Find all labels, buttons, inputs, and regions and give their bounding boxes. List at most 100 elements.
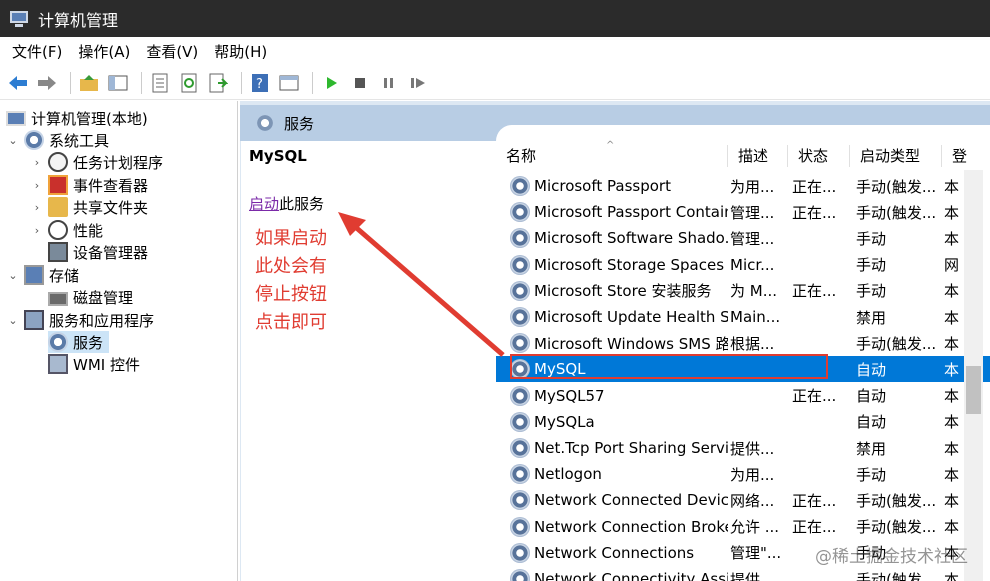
tree-item-storage[interactable]: ⌄ 存储 — [6, 264, 79, 286]
tree-item-disk-management[interactable]: 磁盘管理 — [30, 286, 133, 308]
gear-icon — [256, 114, 274, 132]
navigation-tree: 计算机管理(本地) ⌄ 系统工具 › 任务计划程序 › 事件查看器 › 共享文件夹 › 性… — [0, 101, 238, 581]
start-service-icon[interactable] — [319, 71, 343, 95]
watermark: @稀土掘金技术社区 — [815, 547, 968, 567]
tree-item-device-manager[interactable]: 设备管理器 — [30, 241, 148, 263]
column-header-name[interactable]: 名称 ^ — [496, 140, 728, 167]
chevron-right-icon[interactable]: › — [30, 224, 44, 237]
table-row[interactable]: Microsoft Software Shado... 管理... 手动本 — [496, 225, 990, 251]
clock-icon — [48, 152, 68, 172]
table-row[interactable]: Microsoft Update Health S... Main... 禁用本 — [496, 304, 990, 330]
table-row[interactable]: Microsoft Store 安装服务为 M... 正在... 手动本 — [496, 278, 990, 304]
tree-item-shared-folders[interactable]: › 共享文件夹 — [30, 196, 148, 218]
column-header-startup-type[interactable]: 启动类型 — [850, 145, 942, 167]
show-hide-action-pane-icon[interactable] — [277, 71, 301, 95]
table-row[interactable]: Microsoft Windows SMS 路... 根据... 手动(触发... 本 — [496, 330, 990, 356]
toolbar-divider — [241, 71, 242, 94]
chevron-down-icon[interactable]: ⌄ — [6, 314, 20, 327]
service-status: 正在... — [792, 518, 837, 537]
table-row[interactable]: Microsoft Passport 为用... 正在... 手动(触发... 本 — [496, 173, 990, 199]
service-name: MySQLa — [534, 412, 595, 431]
service-description: Main... — [730, 308, 781, 326]
start-service-link[interactable]: 启动 — [249, 195, 279, 213]
tree-item-services[interactable]: 服务 — [48, 331, 110, 353]
tree-item-performance[interactable]: › 性能 — [30, 219, 103, 241]
table-row[interactable]: Microsoft Passport Container 管理... 正在... 手动… — [496, 199, 990, 225]
service-name: Network Connections — [534, 543, 695, 562]
column-header-logon[interactable]: 登 — [942, 145, 972, 167]
service-gear-icon — [510, 254, 530, 275]
chevron-right-icon[interactable]: › — [30, 201, 44, 214]
table-row[interactable]: MySQL57 正在... 自动本 — [496, 383, 990, 409]
annotation-note: 如果启动 此处会有 停止按钮 点击即可 — [255, 228, 327, 333]
service-startup-type: 自动 — [856, 387, 887, 406]
chevron-down-icon[interactable]: ⌄ — [6, 134, 20, 147]
tree-item-system-tools[interactable]: ⌄ 系统工具 — [6, 129, 109, 151]
show-hide-tree-icon[interactable] — [106, 71, 130, 95]
services-pane: 服务 MySQL 启动此服务 如果启动 此处会有 停止按钮 点击即可 名称 ^ 描… — [240, 101, 990, 581]
table-row[interactable]: Netlogon 为用... 手动本 — [496, 461, 990, 487]
forward-icon[interactable] — [35, 71, 59, 95]
up-folder-icon[interactable] — [77, 71, 101, 95]
pane-title: 服务 — [284, 114, 315, 133]
table-row[interactable]: Network Connection Broker 允许 ... 正在... 手动(触… — [496, 514, 990, 540]
table-row[interactable]: Microsoft Storage Spaces S...Micr...手动网 — [496, 252, 990, 278]
scrollbar-thumb[interactable] — [966, 366, 981, 414]
tree-item-root[interactable]: 计算机管理(本地) — [6, 107, 148, 129]
service-name: Net.Tcp Port Sharing Service — [534, 439, 728, 457]
export-list-icon[interactable] — [206, 71, 230, 95]
service-gear-icon — [510, 490, 530, 511]
menu-help[interactable]: 帮助(H) — [208, 41, 277, 62]
properties-icon[interactable] — [148, 71, 172, 95]
toolbar: ? — [0, 66, 990, 100]
toolbar-divider — [312, 71, 313, 94]
service-gear-icon — [510, 411, 530, 432]
table-row[interactable]: Network Connected Devic... 网络... 正在... 手动(触… — [496, 487, 990, 513]
service-gear-icon — [510, 516, 530, 537]
service-startup-type: 手动(触发... — [856, 570, 937, 581]
service-description: 管理"... — [730, 544, 782, 563]
service-status: 正在... — [792, 282, 837, 301]
device-manager-icon — [48, 242, 68, 262]
chevron-down-icon[interactable]: ⌄ — [6, 269, 20, 282]
help-icon[interactable]: ? — [248, 71, 272, 95]
service-description: 为用... — [730, 465, 775, 484]
service-gear-icon — [510, 464, 530, 485]
service-description: 为 M... — [730, 282, 778, 301]
table-row[interactable]: Network Connectivity Assis...提供... 手动(触发.… — [496, 566, 990, 581]
tree-item-event-viewer[interactable]: › 事件查看器 — [30, 174, 148, 196]
tree-item-task-scheduler[interactable]: › 任务计划程序 — [30, 151, 163, 173]
service-description: 网络... — [730, 491, 775, 510]
table-row[interactable]: MySQLa 自动本 — [496, 409, 990, 435]
pause-service-icon[interactable] — [377, 71, 401, 95]
tree-item-wmi[interactable]: WMI 控件 — [48, 353, 140, 375]
chevron-right-icon[interactable]: › — [30, 179, 44, 192]
tools-icon — [24, 130, 44, 150]
service-startup-type: 禁用 — [856, 439, 887, 458]
window-title: 计算机管理 — [38, 10, 119, 30]
service-startup-type: 手动(触发... — [856, 203, 937, 222]
table-row[interactable]: Net.Tcp Port Sharing Service 提供... 禁用本 — [496, 435, 990, 461]
performance-icon — [48, 220, 68, 240]
restart-service-icon[interactable] — [406, 71, 430, 95]
service-gear-icon — [510, 438, 530, 458]
chevron-right-icon[interactable]: › — [30, 156, 44, 169]
column-header-description[interactable]: 描述 — [728, 145, 788, 167]
menu-view[interactable]: 查看(V) — [140, 41, 208, 62]
disk-icon — [48, 292, 68, 306]
tree-item-services-apps[interactable]: ⌄ 服务和应用程序 — [6, 309, 154, 331]
menu-action[interactable]: 操作(A) — [72, 41, 140, 62]
refresh-icon[interactable] — [177, 71, 201, 95]
service-description: 提供... — [730, 439, 775, 458]
column-header-status[interactable]: 状态 — [788, 145, 850, 167]
service-name: Microsoft Store 安装服务 — [534, 282, 712, 301]
vertical-scrollbar[interactable] — [964, 170, 983, 581]
service-gear-icon — [510, 333, 530, 354]
back-icon[interactable] — [6, 71, 30, 95]
menu-file[interactable]: 文件(F) — [6, 41, 72, 62]
service-startup-type: 禁用 — [856, 308, 887, 327]
service-startup-type: 手动(触发... — [856, 518, 937, 537]
gear-icon — [48, 332, 68, 352]
service-gear-icon — [510, 385, 530, 406]
stop-service-icon[interactable] — [348, 71, 372, 95]
